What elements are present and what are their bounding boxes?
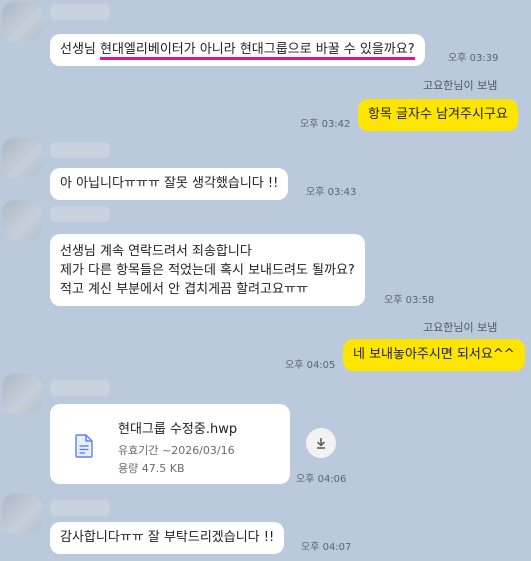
message-time: 오후 04:05 — [285, 360, 336, 371]
sender-label: 고요한님이 보냄 — [423, 321, 498, 334]
sender-name-blurred — [50, 500, 110, 516]
avatar[interactable] — [2, 494, 42, 534]
file-expiry: 유효기간 ~2026/03/16 — [118, 444, 235, 457]
sender-label: 고요한님이 보냄 — [423, 79, 498, 92]
message-bubble[interactable]: 아 아닙니다ㅠㅠㅠ 잘못 생각했습니다 !! — [50, 168, 289, 200]
message-text: 감사합니다ㅠㅠ 잘 부탁드리겠습니다 !! — [60, 530, 275, 545]
message-line: 제가 다른 항목들은 적었는데 혹시 보내드려도 될까요? — [60, 263, 355, 278]
download-icon — [316, 438, 326, 449]
message-time: 오후 03:42 — [300, 119, 351, 130]
message-bubble[interactable]: 선생님 현대엘리베이터가 아니라 현대그룹으로 바꿀 수 있을까요? — [50, 34, 425, 66]
message-text: 항목 글자수 남겨주시구요 — [368, 107, 508, 122]
my-message-bubble[interactable]: 네 보내놓아주시면 되서요^^ — [343, 339, 525, 371]
sender-name-blurred — [50, 4, 110, 20]
sender-name-blurred — [50, 380, 110, 396]
message-text: 아 아닙니다ㅠㅠㅠ 잘못 생각했습니다 !! — [60, 176, 279, 191]
avatar[interactable] — [2, 138, 42, 178]
message-line: 적고 계신 부분에서 안 겹치게끔 할려고요ㅠㅠ — [60, 282, 308, 297]
avatar[interactable] — [2, 200, 42, 240]
message-text-highlighted: 현대엘리베이터가 아니라 현대그룹으로 바꿀 수 있을까요? — [100, 42, 415, 60]
message-line: 선생님 계속 연락드려서 죄송합니다 — [60, 244, 252, 259]
message-time: 오후 03:58 — [384, 295, 435, 306]
message-bubble[interactable]: 선생님 계속 연락드려서 죄송합니다 제가 다른 항목들은 적었는데 혹시 보내… — [50, 234, 365, 306]
my-message-bubble[interactable]: 항목 글자수 남겨주시구요 — [358, 99, 518, 131]
message-time: 오후 03:43 — [306, 187, 357, 198]
file-size: 용량 47.5 KB — [118, 462, 185, 475]
document-icon — [74, 434, 94, 462]
message-text: 선생님 — [60, 42, 101, 57]
message-time: 오후 03:39 — [448, 53, 499, 64]
message-text: 네 보내놓아주시면 되서요^^ — [353, 347, 515, 362]
file-name: 현대그룹 수정중.hwp — [118, 422, 238, 437]
sender-name-blurred — [50, 142, 110, 158]
message-bubble[interactable]: 감사합니다ㅠㅠ 잘 부탁드리겠습니다 !! — [50, 522, 285, 554]
download-button[interactable] — [306, 428, 336, 458]
file-attachment-card[interactable]: 현대그룹 수정중.hwp 유효기간 ~2026/03/16 용량 47.5 KB — [50, 404, 290, 484]
message-time: 오후 04:07 — [301, 542, 352, 553]
avatar[interactable] — [2, 374, 42, 414]
sender-name-blurred — [50, 206, 110, 222]
avatar[interactable] — [2, 2, 42, 42]
message-time: 오후 04:06 — [296, 474, 347, 485]
